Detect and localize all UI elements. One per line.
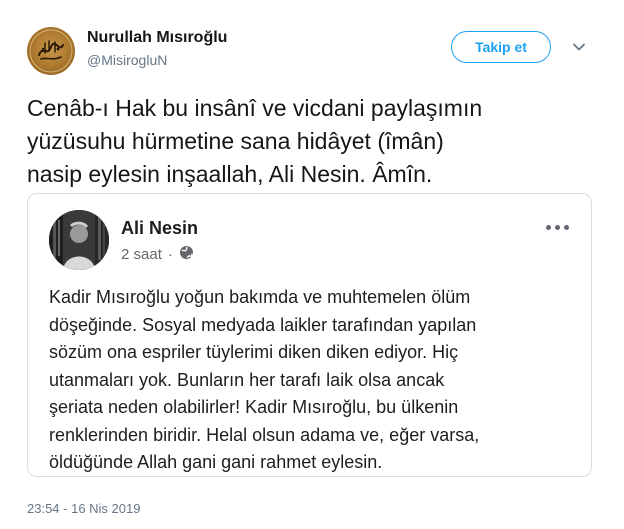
post-meta: 2 saat · [121, 245, 194, 264]
meta-separator: · [167, 246, 173, 263]
post-body-line: döşeğinde. Sosyal medyada laikler tarafı… [49, 314, 477, 335]
tweet-text-line: nasip eylesin inşaallah, Ali Nesin. Âmîn… [27, 161, 433, 187]
tweet-timestamp[interactable]: 23:54 - 16 Nis 2019 [27, 501, 140, 516]
tweet-text-line: Cenâb-ı Hak bu insânî ve vicdani paylaşı… [27, 95, 483, 121]
post-body-line: öldüğünde Allah gani gani rahmet eylesin… [49, 452, 383, 472]
post-body-line: renklerinden biridir. Helal olsun adama … [49, 424, 480, 445]
follow-button[interactable]: Takip et [451, 31, 551, 63]
globe-icon [179, 245, 194, 264]
embedded-facebook-post[interactable]: Ali Nesin 2 saat · Kadir Mısıroğlu yoğun… [27, 193, 592, 477]
post-body-line: sözüm ona espriler tüylerimi diken diken… [49, 342, 459, 362]
post-body-line: şeriata neden olabilirler! Kadir Mısıroğ… [49, 397, 459, 417]
tweet-author-avatar[interactable] [27, 27, 75, 75]
post-body: Kadir Mısıroğlu yoğun bakımda ve muhteme… [49, 284, 579, 477]
tweet-text: Cenâb-ı Hak bu insânî ve vicdani paylaşı… [27, 92, 607, 191]
author-display-name[interactable]: Nurullah Mısıroğlu [87, 29, 227, 47]
chevron-down-icon[interactable] [572, 40, 586, 54]
post-body-line: utanmaları yok. Bunların her tarafı laik… [49, 369, 445, 390]
post-body-line: Kadir Mısıroğlu yoğun bakımda ve muhteme… [49, 287, 471, 307]
more-options-icon[interactable] [546, 222, 574, 232]
post-time[interactable]: 2 saat [121, 246, 162, 263]
author-handle[interactable]: @MisirogluN [87, 52, 167, 68]
calligraphy-logo-icon [29, 29, 73, 73]
post-author-name[interactable]: Ali Nesin [121, 218, 198, 239]
post-author-avatar[interactable] [49, 210, 109, 270]
tweet-text-line: yüzüsuhu hürmetine sana hidâyet (îmân) [27, 128, 444, 154]
